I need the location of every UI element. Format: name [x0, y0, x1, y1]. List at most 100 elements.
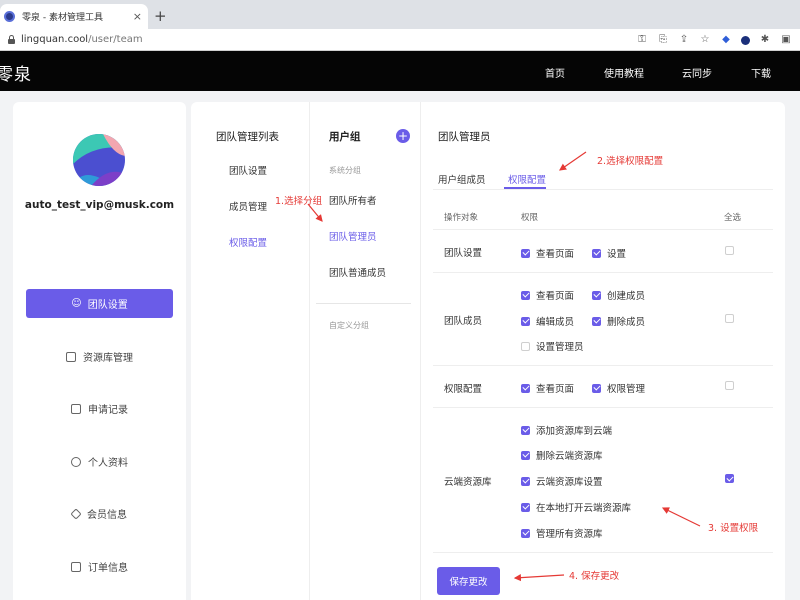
checkbox-icon	[521, 528, 530, 538]
checkbox-icon	[521, 383, 530, 393]
url-text[interactable]: lingquan.cool/user/team	[21, 34, 143, 45]
key-icon[interactable]: ⚿	[636, 32, 648, 48]
site-logo[interactable]: 零泉	[0, 60, 32, 85]
sidebar-item-membership[interactable]: 会员信息	[13, 506, 186, 521]
team-list-item-settings[interactable]: 团队设置	[229, 163, 267, 177]
nav-download[interactable]: 下载	[751, 65, 771, 80]
annotation-step-2: 2.选择权限配置	[597, 156, 664, 167]
group-divider	[316, 303, 411, 304]
address-bar[interactable]: lingquan.cool/user/team ⚿ ⎘ ⇪ ☆ ◆ ✱ ▣	[0, 29, 800, 51]
library-icon	[66, 351, 76, 362]
team-list-title: 团队管理列表	[216, 131, 279, 143]
sidebar-item-requests[interactable]: 申请记录	[13, 401, 186, 416]
checkbox-icon	[725, 474, 734, 483]
lock-icon[interactable]	[8, 35, 15, 44]
header-select-all: 全选	[724, 213, 742, 223]
select-all-checkbox[interactable]	[725, 314, 740, 323]
perm-checkbox[interactable]: 删除云端资源库	[521, 448, 603, 462]
sidebar-item-label: 资源库管理	[83, 353, 133, 364]
row-divider	[433, 552, 773, 553]
row-divider	[433, 407, 773, 408]
extension-icon[interactable]: ◆	[720, 32, 732, 48]
perm-checkbox[interactable]: 云端资源库设置	[521, 474, 603, 488]
group-item-admin[interactable]: 团队管理员	[329, 229, 377, 243]
row-label-team-members: 团队成员	[444, 316, 483, 327]
sidebar-item-label: 申请记录	[88, 405, 128, 416]
sidebar-item-orders[interactable]: 订单信息	[13, 559, 186, 574]
perm-checkbox[interactable]: 设置	[592, 246, 626, 260]
checkbox-icon	[725, 381, 734, 390]
tabs-divider	[433, 189, 773, 190]
browser-tab-bar: 零泉 - 素材管理工具 × +	[0, 0, 800, 29]
diamond-icon	[70, 507, 82, 520]
close-tab-icon[interactable]: ×	[133, 10, 142, 23]
team-list-item-members[interactable]: 成员管理	[229, 199, 267, 213]
row-divider	[433, 229, 773, 230]
sidebar-item-label: 个人资料	[88, 458, 128, 469]
perm-checkbox[interactable]: 在本地打开云端资源库	[521, 500, 631, 514]
sidebar-item-library[interactable]: 资源库管理	[13, 349, 186, 364]
add-group-button[interactable]: +	[396, 129, 410, 143]
tab-permission-config[interactable]: 权限配置	[508, 172, 546, 186]
checkbox-icon	[725, 246, 734, 255]
perm-checkbox[interactable]: 删除成员	[592, 314, 645, 328]
perm-checkbox[interactable]: 权限管理	[592, 381, 645, 395]
user-email: auto_test_vip@musk.com	[24, 199, 175, 211]
checkbox-icon	[521, 425, 530, 435]
checkbox-icon	[592, 248, 601, 258]
row-label-cloud-library: 云端资源库	[444, 477, 492, 488]
content-card	[191, 102, 785, 600]
select-all-checkbox[interactable]	[725, 381, 740, 390]
avatar[interactable]	[73, 134, 125, 186]
site-header: 零泉 首页 使用教程 云同步 下载	[0, 51, 800, 91]
perm-checkbox[interactable]: 编辑成员	[521, 314, 574, 328]
checkbox-icon	[521, 450, 530, 460]
group-item-member[interactable]: 团队普通成员	[329, 265, 386, 279]
perm-checkbox[interactable]: 查看页面	[521, 288, 574, 302]
checkbox-icon	[521, 502, 530, 512]
sidebar-item-label: 订单信息	[88, 563, 128, 574]
system-group-heading: 系统分组	[329, 166, 361, 175]
sidebar-item-label: 会员信息	[87, 510, 127, 521]
star-icon[interactable]: ☆	[699, 32, 711, 48]
group-item-owner[interactable]: 团队所有者	[329, 193, 377, 207]
favicon-icon	[4, 11, 15, 22]
annotation-step-1: 1.选择分组	[275, 196, 323, 207]
select-all-checkbox[interactable]	[725, 474, 740, 483]
share-icon[interactable]: ⇪	[678, 32, 690, 48]
select-all-checkbox[interactable]	[725, 246, 740, 255]
browser-toolbar: ⚿ ⎘ ⇪ ☆ ◆ ✱ ▣	[636, 32, 792, 48]
browser-tab[interactable]: 零泉 - 素材管理工具 ×	[0, 4, 148, 29]
person-icon	[71, 456, 81, 467]
sidebar-item-team-settings[interactable]: ☺ 团队设置	[26, 289, 173, 318]
nav-home[interactable]: 首页	[545, 65, 565, 80]
sidebar-item-profile[interactable]: 个人资料	[13, 454, 186, 469]
user-group-panel	[309, 102, 421, 600]
checkbox-icon	[592, 383, 601, 393]
perm-checkbox[interactable]: 设置管理员	[521, 339, 584, 353]
team-list-item-permissions[interactable]: 权限配置	[229, 235, 267, 249]
nav-cloud-sync[interactable]: 云同步	[682, 65, 712, 80]
translate-icon[interactable]: ⎘	[657, 32, 669, 48]
user-group-title: 用户组	[329, 131, 361, 143]
puzzle-icon[interactable]: ✱	[759, 32, 771, 48]
nav-tutorial[interactable]: 使用教程	[604, 65, 644, 80]
tab-group-members[interactable]: 用户组成员	[438, 172, 486, 186]
sidebar-icon[interactable]: ▣	[780, 32, 792, 48]
row-divider	[433, 272, 773, 273]
row-divider	[433, 365, 773, 366]
save-button[interactable]: 保存更改	[437, 567, 500, 595]
perm-checkbox[interactable]: 查看页面	[521, 246, 574, 260]
profile-icon[interactable]	[741, 35, 750, 45]
new-tab-icon[interactable]: +	[154, 7, 167, 25]
checkbox-icon	[521, 341, 530, 351]
perm-checkbox[interactable]: 创建成员	[592, 288, 645, 302]
row-label-team-settings: 团队设置	[444, 248, 483, 259]
perm-checkbox[interactable]: 添加资源库到云端	[521, 423, 612, 437]
checkbox-icon	[592, 316, 601, 326]
inbox-icon	[71, 403, 81, 414]
checkbox-icon	[521, 248, 530, 258]
perm-checkbox[interactable]: 管理所有资源库	[521, 526, 603, 540]
checkbox-icon	[521, 316, 530, 326]
perm-checkbox[interactable]: 查看页面	[521, 381, 574, 395]
